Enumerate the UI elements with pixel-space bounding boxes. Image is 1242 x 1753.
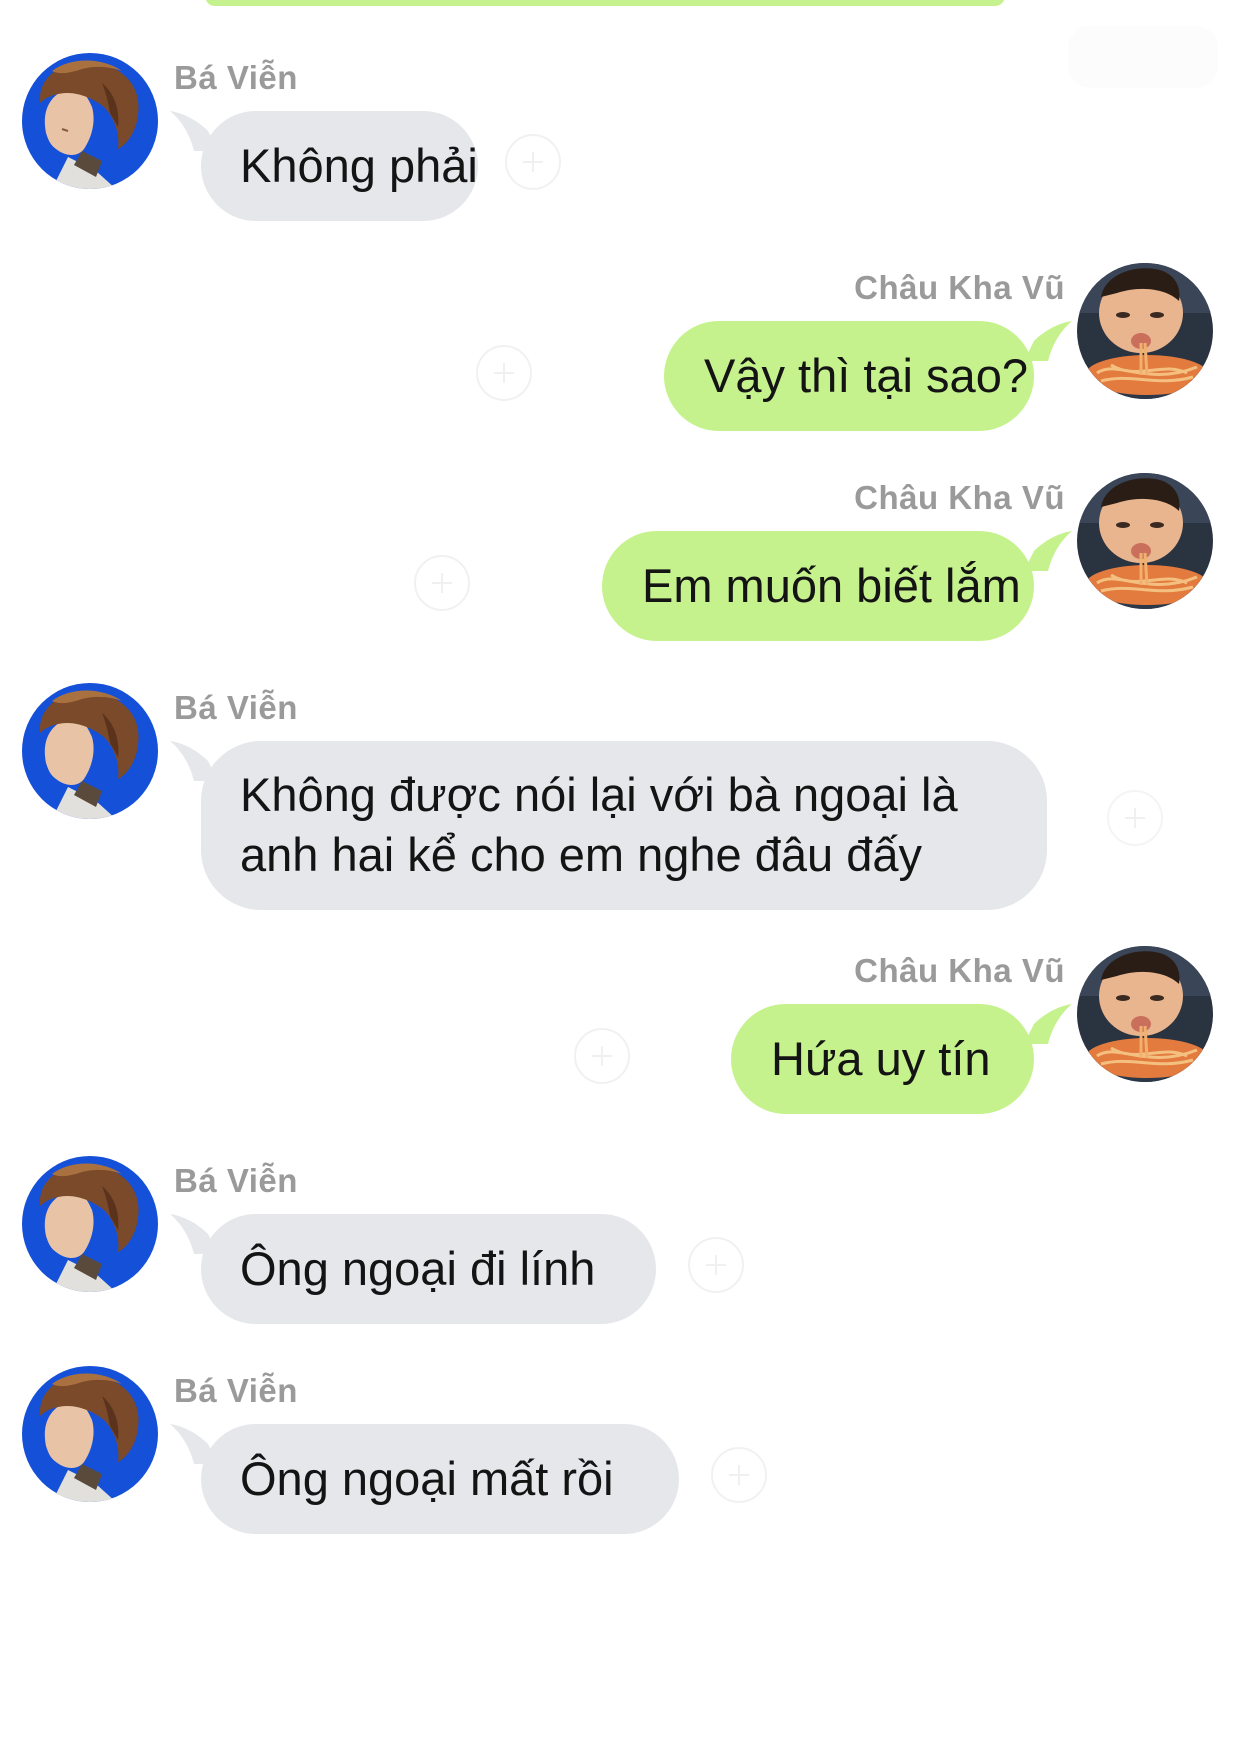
message-text-line: Không được nói lại với bà ngoại là: [240, 768, 958, 821]
plus-icon: [432, 573, 452, 593]
message-text: Em muốn biết lắm: [642, 559, 1021, 612]
sender-avatar[interactable]: [22, 1366, 158, 1502]
message-bubble[interactable]: Em muốn biết lắm: [602, 531, 1034, 641]
message-bubble[interactable]: Không được nói lại với bà ngoại là anh h…: [201, 741, 1047, 910]
sender-name: Bá Viễn: [174, 689, 298, 726]
message-bubble[interactable]: Ông ngoại đi lính: [201, 1214, 656, 1324]
bubble-tail: [1024, 1004, 1072, 1044]
plus-icon: [1125, 808, 1145, 828]
bubble-tail: [1024, 531, 1072, 571]
sender-avatar[interactable]: [22, 683, 158, 819]
plus-icon: [729, 1465, 749, 1485]
plus-icon: [494, 363, 514, 383]
sender-avatar[interactable]: [22, 53, 158, 189]
add-reaction-button[interactable]: [414, 555, 470, 611]
add-reaction-button[interactable]: [574, 1028, 630, 1084]
add-reaction-button[interactable]: [476, 345, 532, 401]
plus-icon: [592, 1046, 612, 1066]
sender-name: Bá Viễn: [174, 1162, 298, 1199]
message-bubble[interactable]: Vậy thì tại sao?: [664, 321, 1034, 431]
plus-icon: [706, 1255, 726, 1275]
message-bubble[interactable]: Ông ngoại mất rồi: [201, 1424, 679, 1534]
avatar-photo-chau-kha-vu: [1077, 946, 1213, 1082]
sender-avatar[interactable]: [1077, 946, 1213, 1082]
sender-name: Châu Kha Vũ: [854, 952, 1065, 989]
avatar-photo-ba-vien: [22, 683, 158, 819]
avatar-photo-ba-vien: [22, 1156, 158, 1292]
add-reaction-button[interactable]: [505, 134, 561, 190]
sender-name: Bá Viễn: [174, 59, 298, 96]
sender-name: Châu Kha Vũ: [854, 269, 1065, 306]
sender-name: Bá Viễn: [174, 1372, 298, 1409]
sender-avatar[interactable]: [1077, 473, 1213, 609]
add-reaction-button[interactable]: [688, 1237, 744, 1293]
message-text: Vậy thì tại sao?: [704, 349, 1028, 402]
avatar-photo-chau-kha-vu: [1077, 263, 1213, 399]
message-text: Ông ngoại mất rồi: [240, 1452, 614, 1505]
message-bubble[interactable]: Hứa uy tín: [731, 1004, 1034, 1114]
message-text-line: anh hai kể cho em nghe đâu đấy: [240, 828, 923, 881]
add-reaction-button[interactable]: [1107, 790, 1163, 846]
plus-icon: [523, 152, 543, 172]
message-text: Ông ngoại đi lính: [240, 1242, 596, 1295]
message-text: Không phải: [240, 139, 478, 192]
message-text: Hứa uy tín: [771, 1032, 991, 1085]
sender-name: Châu Kha Vũ: [854, 479, 1065, 516]
chat-thread[interactable]: Bá Viễn Không phải Châu Kha Vũ Vậy thì t…: [0, 0, 1242, 1753]
message-bubble[interactable]: Không phải: [201, 111, 478, 221]
sender-avatar[interactable]: [22, 1156, 158, 1292]
avatar-photo-ba-vien: [22, 1366, 158, 1502]
avatar-photo-chau-kha-vu: [1077, 473, 1213, 609]
avatar-photo-ba-vien: [22, 53, 158, 189]
previous-message-bubble-edge: [205, 0, 1005, 6]
sender-avatar[interactable]: [1077, 263, 1213, 399]
add-reaction-button[interactable]: [711, 1447, 767, 1503]
bubble-tail: [1024, 321, 1072, 361]
previous-reaction-ghost: [1068, 26, 1218, 88]
